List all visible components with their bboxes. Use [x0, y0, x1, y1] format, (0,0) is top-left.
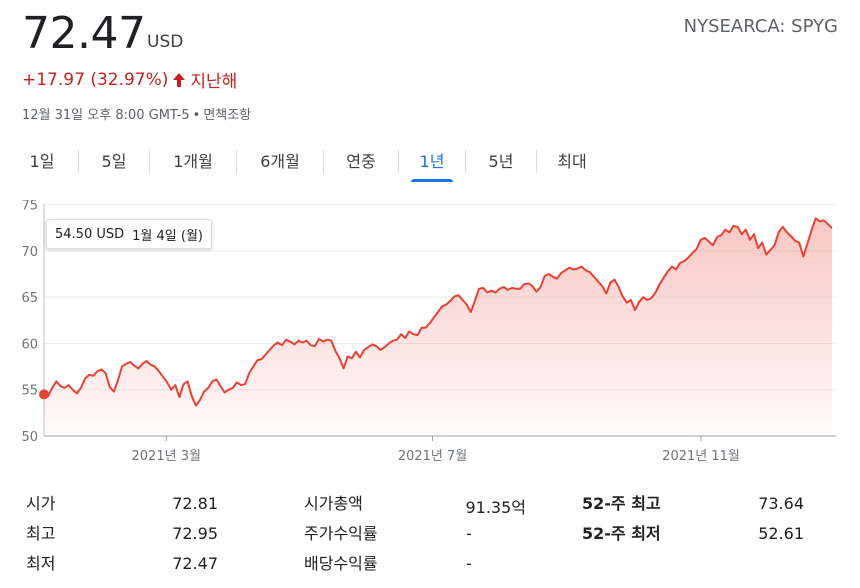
tab-1m[interactable]: 1개월 — [162, 140, 224, 182]
tab-max[interactable]: 최대 — [549, 140, 595, 182]
stat-value-high: 72.95 — [172, 524, 218, 543]
stat-label-52w-high: 52-주 최고 — [582, 494, 661, 513]
stat-label-market-cap: 시가총액 — [304, 494, 363, 513]
quote-meta: 12월 31일 오후 8:00 GMT-5 • 면책조항 — [22, 104, 251, 123]
tab-divider — [465, 149, 466, 173]
arrow-up-icon — [173, 72, 186, 87]
tab-ytd[interactable]: 연중 — [336, 140, 386, 182]
tab-5y[interactable]: 5년 — [478, 140, 524, 182]
tab-1y[interactable]: 1년 — [411, 140, 453, 182]
tab-divider — [536, 149, 537, 173]
stat-label-dividend-yield: 배당수익률 — [304, 554, 378, 573]
stat-label-low: 최저 — [26, 554, 56, 573]
x-tick-label: 2021년 11월 — [662, 449, 740, 464]
stat-label-high: 최고 — [26, 524, 56, 543]
stat-value-52w-high: 73.64 — [758, 494, 804, 513]
y-tick-label: 65 — [21, 291, 38, 306]
y-axis: 75 70 65 60 55 50 — [21, 200, 38, 445]
currency-label: USD — [147, 32, 184, 52]
time-range-tabs: 1일 5일 1개월 6개월 연중 1년 5년 최대 — [18, 140, 595, 182]
tab-divider — [323, 149, 324, 173]
stat-label-52w-low: 52-주 최저 — [582, 524, 661, 543]
tab-6m[interactable]: 6개월 — [249, 140, 311, 182]
stat-label-open: 시가 — [26, 494, 56, 513]
x-tick-label: 2021년 3월 — [132, 449, 201, 464]
timestamp: 12월 31일 오후 8:00 GMT-5 — [22, 108, 190, 123]
x-axis: 2021년 3월 2021년 7월 2021년 11월 — [44, 435, 836, 464]
y-tick-label: 60 — [21, 337, 38, 352]
tab-1d[interactable]: 1일 — [18, 140, 66, 182]
hover-point — [39, 389, 49, 400]
stat-value-open: 72.81 — [172, 494, 218, 513]
tab-divider — [149, 149, 150, 173]
current-price: 72.47 — [22, 8, 146, 59]
stat-value-dividend-yield: - — [466, 554, 472, 573]
hover-tooltip: 54.50 USD 1월 4일 (월) — [46, 219, 212, 249]
y-tick-label: 55 — [21, 384, 38, 399]
tab-divider — [398, 149, 399, 173]
stat-value-low: 72.47 — [172, 554, 218, 573]
x-tick-label: 2021년 7월 — [398, 449, 467, 464]
y-tick-label: 70 — [21, 245, 38, 260]
exchange-ticker: NYSEARCA: SPYG — [683, 16, 838, 37]
price-change: +17.97 (32.97%) 지난해 — [22, 67, 238, 93]
tooltip-value: 54.50 USD — [55, 226, 125, 242]
stat-label-pe-ratio: 주가수익률 — [304, 524, 378, 543]
change-period: 지난해 — [190, 72, 238, 92]
y-tick-label: 75 — [21, 200, 38, 214]
y-tick-label: 50 — [21, 430, 38, 445]
change-value: +17.97 (32.97%) — [22, 69, 169, 90]
stat-value-pe-ratio: - — [466, 524, 472, 543]
stat-value-market-cap: 91.35억 — [465, 498, 526, 517]
stat-value-52w-low: 52.61 — [758, 524, 804, 543]
tab-divider — [78, 149, 79, 173]
tab-5d[interactable]: 5일 — [91, 140, 137, 182]
tab-divider — [236, 149, 237, 173]
tooltip-date: 1월 4일 (월) — [132, 228, 203, 244]
disclaimer-link[interactable]: 면책조항 — [203, 108, 251, 123]
meta-separator: • — [192, 108, 201, 123]
